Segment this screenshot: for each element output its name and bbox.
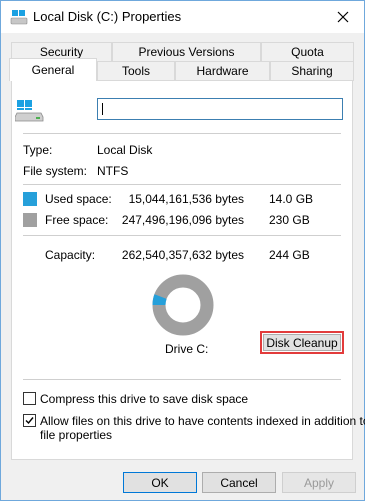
tab-label: General: [31, 63, 75, 77]
checkmark-icon: [25, 417, 34, 425]
tab-label: Tools: [121, 64, 150, 78]
free-space-size: 230 GB: [269, 213, 310, 227]
used-space-swatch: [23, 192, 37, 206]
capacity-size: 244 GB: [269, 248, 310, 262]
close-icon: [337, 11, 349, 23]
window-title: Local Disk (C:) Properties: [33, 9, 182, 24]
ok-label: OK: [151, 475, 169, 490]
text-caret: [102, 103, 103, 115]
disk-cleanup-label: Disk Cleanup: [266, 335, 338, 350]
index-label-line2: file properties: [40, 428, 113, 442]
drive-icon: [10, 10, 28, 25]
capacity-bytes: 262,540,357,632 bytes: [121, 248, 244, 262]
used-space-label: Used space:: [45, 192, 112, 206]
capacity-label: Capacity:: [45, 248, 96, 262]
tab-label: Security: [39, 45, 84, 59]
tab-label: Sharing: [291, 64, 333, 78]
type-value: Local Disk: [97, 143, 153, 157]
free-space-label: Free space:: [45, 213, 109, 227]
disk-cleanup-button[interactable]: Disk Cleanup: [263, 334, 341, 351]
tab-label: Previous Versions: [138, 45, 235, 59]
compress-label: Compress this drive to save disk space: [40, 392, 249, 406]
divider: [23, 235, 341, 236]
compress-checkbox[interactable]: [23, 392, 36, 405]
free-space-arc: [152, 274, 214, 336]
tab-general[interactable]: General: [9, 58, 97, 81]
apply-label: Apply: [303, 475, 335, 490]
tab-label: Quota: [291, 45, 324, 59]
ok-button[interactable]: OK: [123, 472, 197, 493]
tab-sharing[interactable]: Sharing: [270, 61, 354, 81]
type-label: Type:: [23, 143, 53, 157]
used-space-bytes: 15,044,161,536 bytes: [128, 192, 244, 206]
drive-icon: [15, 100, 44, 122]
disk-usage-donut: [152, 274, 214, 336]
tab-tools[interactable]: Tools: [97, 61, 175, 81]
tab-label: Hardware: [196, 64, 249, 78]
cancel-button[interactable]: Cancel: [202, 472, 276, 493]
apply-button[interactable]: Apply: [282, 472, 356, 493]
free-space-bytes: 247,496,196,096 bytes: [121, 213, 244, 227]
index-checkbox[interactable]: [23, 414, 36, 427]
divider: [23, 379, 341, 380]
title-bar: Local Disk (C:) Properties: [1, 1, 364, 33]
index-label-line1: Allow files on this drive to have conten…: [40, 414, 365, 428]
cancel-label: Cancel: [220, 475, 258, 490]
file-system-value: NTFS: [97, 164, 129, 178]
free-space-swatch: [23, 213, 37, 227]
close-button[interactable]: [326, 3, 360, 31]
tab-previous-versions[interactable]: Previous Versions: [112, 42, 261, 62]
file-system-label: File system:: [23, 164, 88, 178]
used-space-size: 14.0 GB: [269, 192, 314, 206]
divider: [23, 133, 341, 134]
tab-hardware[interactable]: Hardware: [175, 61, 270, 81]
drive-name-input[interactable]: [97, 98, 343, 120]
tab-quota[interactable]: Quota: [261, 42, 354, 62]
divider: [23, 184, 341, 185]
drive-label: Drive C:: [165, 342, 209, 356]
properties-window: Local Disk (C:) Properties Security Prev…: [0, 0, 365, 501]
disk-cleanup-highlight: Disk Cleanup: [260, 331, 344, 354]
